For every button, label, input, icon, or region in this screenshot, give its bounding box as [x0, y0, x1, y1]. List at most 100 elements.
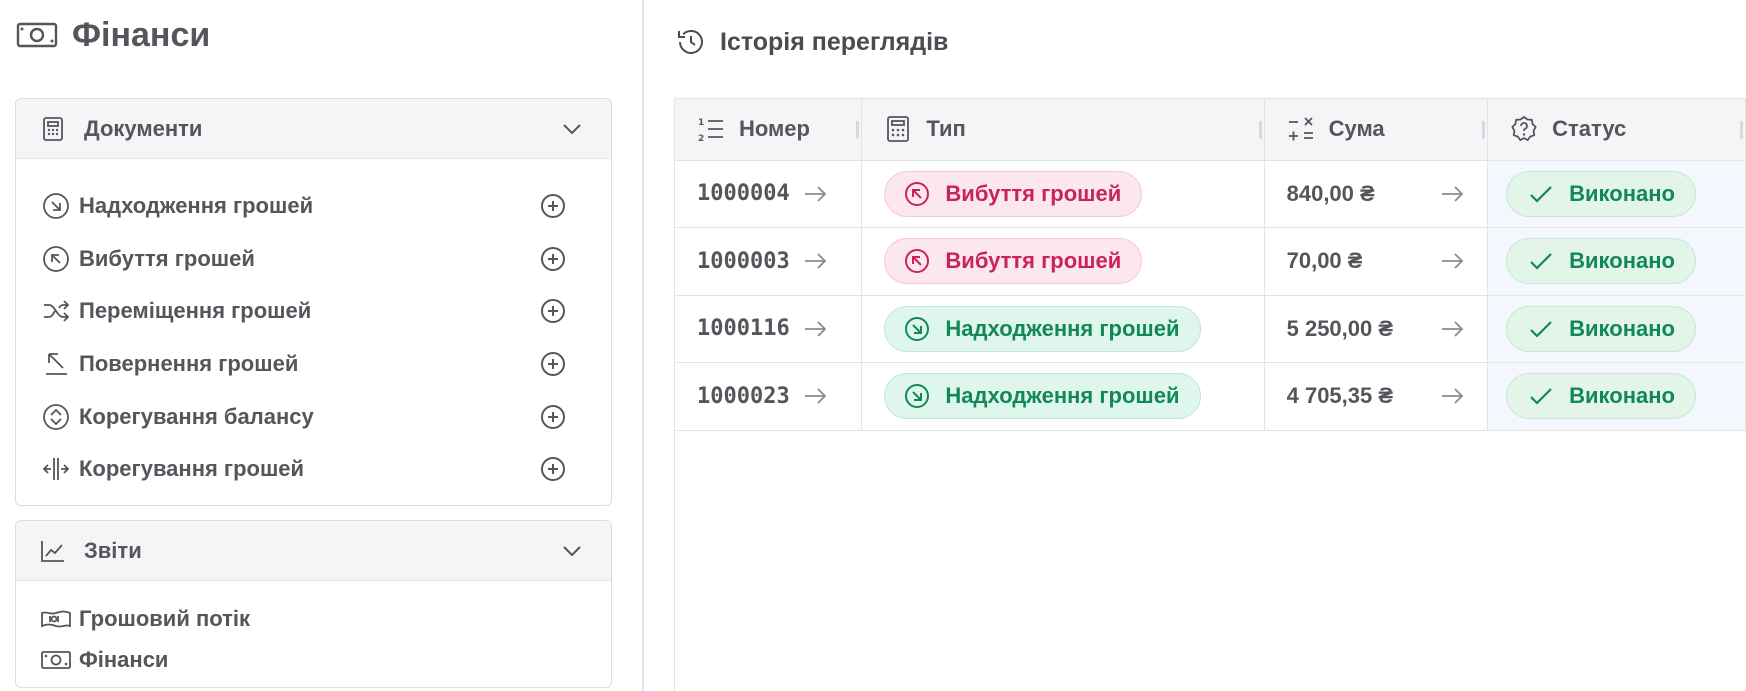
add-circle-icon[interactable]: [539, 455, 567, 483]
add-circle-icon[interactable]: [539, 192, 567, 220]
cell-sum[interactable]: 5 250,00 ₴: [1264, 295, 1489, 363]
arrow-right-icon[interactable]: [802, 248, 828, 274]
arrow-right-icon[interactable]: [1439, 383, 1465, 409]
document-number: 1000116: [697, 316, 790, 342]
svg-text:1: 1: [698, 118, 704, 128]
document-number: 1000003: [697, 248, 790, 274]
return-arrow-icon: [46, 353, 67, 375]
column-label: Статус: [1552, 116, 1627, 142]
arrow-right-icon[interactable]: [1439, 316, 1465, 342]
check-icon: [1530, 388, 1552, 405]
history-panel: Історія переглядів 12 Номер Тип Сума Ста…: [644, 0, 1746, 691]
history-icon: [678, 29, 703, 54]
app-title: Фінанси: [72, 15, 211, 54]
column-type[interactable]: Тип: [861, 99, 1265, 161]
sum-value: 70,00 ₴: [1286, 248, 1363, 274]
calculator-icon: [43, 116, 63, 141]
column-label: Сума: [1328, 116, 1385, 142]
type-label: Вибуття грошей: [945, 180, 1122, 206]
menu-item-money-adjust[interactable]: Корегування грошей: [16, 443, 611, 496]
column-resize-handle[interactable]: [856, 121, 860, 139]
cell-type: Вибуття грошей: [861, 160, 1265, 228]
type-label: Вибуття грошей: [945, 248, 1122, 274]
sum-value: 4 705,35 ₴: [1286, 383, 1394, 409]
chevron-down-icon[interactable]: [559, 538, 585, 564]
table-row[interactable]: 1000116 Надходження грошей 5 250,00 ₴ Ви…: [675, 295, 1746, 363]
status-badge: Виконано: [1506, 170, 1696, 217]
add-circle-icon[interactable]: [539, 245, 567, 273]
status-label: Виконано: [1569, 248, 1675, 274]
arrow-up-left-circle-icon: [905, 181, 930, 206]
split-arrows-icon: [42, 458, 70, 481]
column-resize-handle[interactable]: [1740, 121, 1743, 139]
document-number: 1000004: [697, 181, 790, 207]
cell-type: Надходження грошей: [861, 362, 1265, 431]
badge-question-icon: [1511, 116, 1537, 142]
type-badge: Вибуття грошей: [884, 238, 1143, 285]
add-circle-icon[interactable]: [539, 403, 567, 431]
type-label: Надходження грошей: [945, 315, 1180, 341]
documents-header[interactable]: Документи: [16, 99, 611, 159]
menu-item-balance-adjust[interactable]: Корегування балансу: [16, 390, 611, 443]
table-row[interactable]: 1000004 Вибуття грошей 840,00 ₴ Виконано: [675, 160, 1746, 228]
app-header: Фінанси: [16, 12, 210, 58]
check-icon: [1530, 320, 1552, 338]
history-header: Історія переглядів: [676, 24, 948, 60]
table-row[interactable]: 1000023 Надходження грошей 4 705,35 ₴ Ви…: [675, 362, 1746, 431]
check-icon: [1530, 185, 1552, 203]
column-number[interactable]: 12 Номер: [675, 99, 863, 161]
list-ordered-icon: 12: [698, 118, 723, 143]
reports-title: Звіти: [84, 537, 142, 563]
column-label: Номер: [739, 116, 810, 142]
sum-value: 5 250,00 ₴: [1286, 315, 1394, 341]
left-panel: Фінанси Документи Надходження грошей Виб…: [0, 0, 642, 691]
add-circle-icon[interactable]: [539, 297, 567, 325]
cell-number[interactable]: 1000116: [675, 295, 863, 363]
arrow-up-left-circle-icon: [43, 245, 69, 272]
column-label: Тип: [926, 116, 966, 142]
cell-number[interactable]: 1000023: [675, 362, 863, 431]
status-badge: Виконано: [1506, 305, 1696, 352]
table-row[interactable]: 1000003 Вибуття грошей 70,00 ₴ Виконано: [675, 227, 1746, 296]
cell-sum[interactable]: 70,00 ₴: [1264, 227, 1489, 296]
arrow-right-icon[interactable]: [1439, 181, 1465, 207]
status-badge: Виконано: [1506, 238, 1696, 285]
menu-item-outgoing[interactable]: Вибуття грошей: [16, 233, 611, 286]
cell-number[interactable]: 1000003: [675, 227, 863, 296]
menu-item-incoming[interactable]: Надходження грошей: [16, 180, 611, 233]
documents-panel: Документи Надходження грошей Вибуття гро…: [15, 98, 612, 506]
arrow-up-left-circle-icon: [905, 249, 930, 274]
menu-item-finances[interactable]: Фінанси: [16, 639, 611, 680]
arrow-right-icon[interactable]: [802, 181, 828, 207]
menu-item-label: Корегування грошей: [79, 456, 305, 482]
column-resize-handle[interactable]: [1258, 121, 1262, 139]
chevrons-up-down-circle-icon: [43, 403, 69, 430]
column-status[interactable]: Статус: [1487, 99, 1746, 161]
menu-item-return[interactable]: Повернення грошей: [16, 338, 611, 391]
menu-item-label: Грошовий потік: [79, 605, 251, 631]
check-icon: [1530, 253, 1552, 270]
arrow-down-right-circle-icon: [905, 316, 930, 341]
column-sum[interactable]: Сума: [1264, 99, 1489, 161]
column-resize-handle[interactable]: [1482, 121, 1486, 139]
cell-type: Вибуття грошей: [861, 227, 1265, 296]
reports-header[interactable]: Звіти: [16, 521, 611, 581]
documents-title: Документи: [84, 115, 203, 141]
menu-item-label: Корегування балансу: [79, 403, 314, 429]
cell-sum[interactable]: 840,00 ₴: [1264, 160, 1489, 228]
arrow-right-icon[interactable]: [802, 316, 828, 342]
cell-number[interactable]: 1000004: [675, 160, 863, 228]
arrow-right-icon[interactable]: [1439, 248, 1465, 274]
menu-item-transfer[interactable]: Переміщення грошей: [16, 285, 611, 338]
menu-item-label: Переміщення грошей: [79, 298, 312, 324]
menu-item-cash-flow[interactable]: Грошовий потік: [16, 598, 611, 639]
chevron-down-icon[interactable]: [559, 116, 585, 142]
banknote-icon: [41, 650, 71, 669]
add-circle-icon[interactable]: [539, 350, 567, 378]
arrow-down-right-circle-icon: [905, 384, 930, 409]
status-badge: Виконано: [1506, 373, 1696, 420]
arrow-right-icon[interactable]: [802, 383, 828, 409]
documents-list: Надходження грошей Вибуття грошей Перемі…: [16, 159, 611, 496]
cash-flow-icon: [41, 610, 71, 627]
cell-sum[interactable]: 4 705,35 ₴: [1264, 362, 1489, 431]
